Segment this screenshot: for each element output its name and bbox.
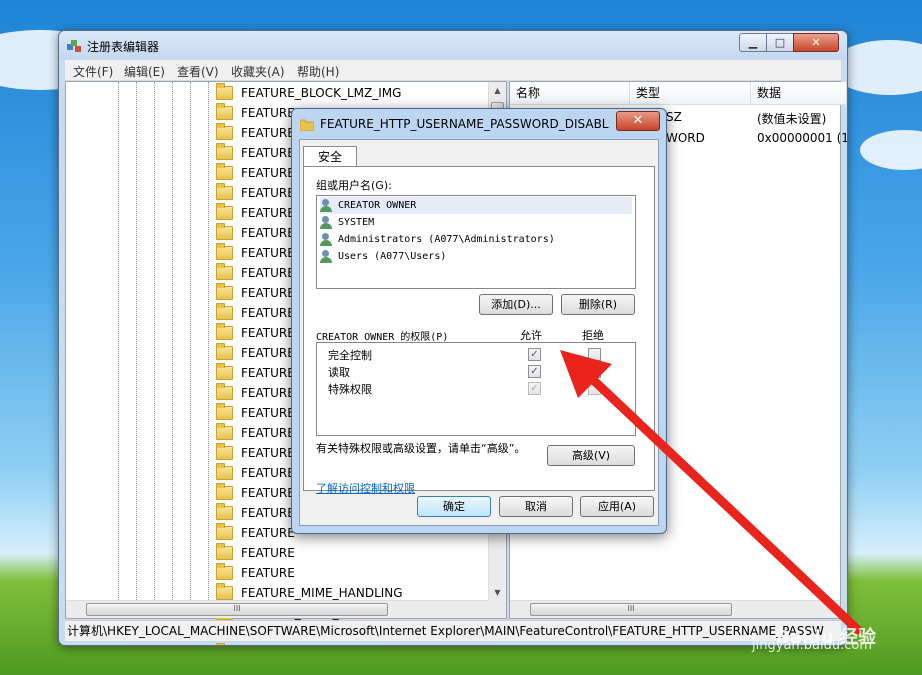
annotation-arrow xyxy=(560,350,863,635)
watermark-url: jingyan.baidu.com xyxy=(752,638,872,653)
